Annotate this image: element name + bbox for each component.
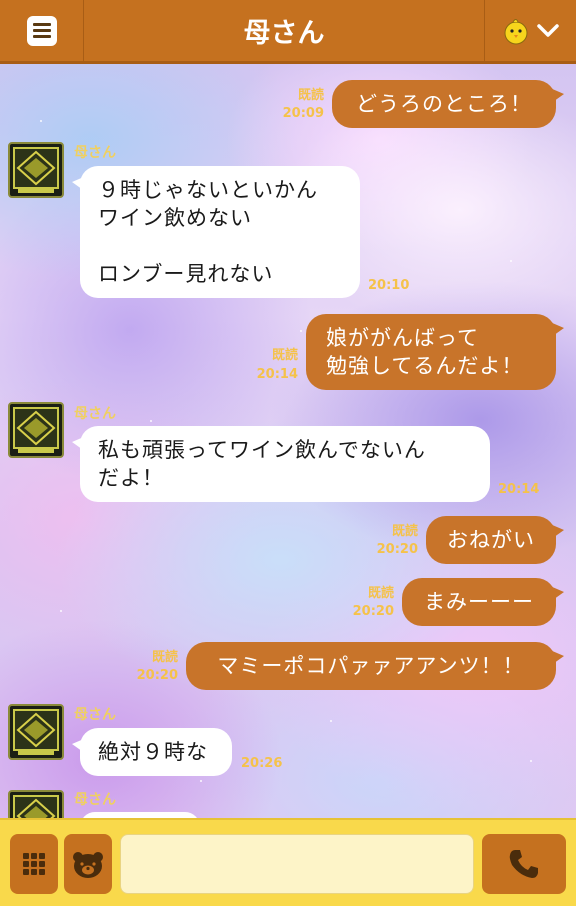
call-button[interactable]: [482, 834, 566, 894]
bear-icon: [73, 852, 103, 878]
message-time: 20:26: [241, 756, 283, 771]
kingdom-emblem-icon: [13, 709, 59, 755]
read-receipt: 既読: [367, 586, 394, 601]
outgoing-message[interactable]: おねがい: [426, 516, 564, 564]
message-time: 20:20: [136, 668, 178, 683]
kingdom-emblem-icon: [13, 147, 59, 193]
message-time: 20:09: [282, 106, 324, 121]
keyboard-grid-icon: [23, 853, 45, 875]
outgoing-message[interactable]: どうろのところ！: [332, 80, 564, 128]
incoming-message[interactable]: 私も頑張ってワイン飲んでないん だよ！: [72, 426, 490, 502]
menu-icon: [26, 15, 57, 46]
outgoing-message[interactable]: まみーーー: [402, 578, 564, 626]
sender-name: 母さん: [74, 792, 116, 808]
contact-avatar[interactable]: [8, 704, 64, 760]
read-receipt: 既読: [271, 348, 298, 363]
sender-name: 母さん: [74, 145, 116, 161]
message-time: 20:10: [368, 278, 410, 293]
chat-title: 母さん: [243, 18, 325, 49]
message-time: 20:20: [352, 604, 394, 619]
input-bar: [0, 818, 576, 906]
outgoing-message[interactable]: 娘ががんばって 勉強してるんだよ！: [306, 314, 564, 390]
contact-avatar[interactable]: [8, 402, 64, 458]
chat-header: 母さん: [0, 0, 576, 64]
incoming-message[interactable]: 絶対９時な: [72, 728, 232, 776]
chat-options-button[interactable]: [484, 0, 576, 61]
read-receipt: 既読: [297, 88, 324, 103]
message-time: 20:14: [498, 482, 540, 497]
menu-button[interactable]: [0, 0, 84, 61]
sender-name: 母さん: [74, 707, 116, 723]
read-receipt: 既読: [151, 650, 178, 665]
kingdom-emblem-icon: [13, 407, 59, 453]
sender-name: 母さん: [74, 406, 116, 422]
phone-icon: [509, 850, 538, 878]
message-time: 20:14: [256, 367, 298, 382]
message-input[interactable]: [120, 834, 474, 894]
menu-grid-button[interactable]: [10, 834, 58, 894]
read-receipt: 既読: [391, 524, 418, 539]
sticker-button[interactable]: [64, 834, 112, 894]
incoming-message[interactable]: ９時じゃないといかん ワイン飲めない ロンブー見れない: [72, 166, 360, 298]
outgoing-message[interactable]: マミーポコパァァアアンツ！！: [186, 642, 564, 690]
contact-avatar[interactable]: [8, 142, 64, 198]
chevron-down-icon: [536, 23, 559, 37]
chick-icon: [504, 18, 527, 44]
message-time: 20:20: [376, 542, 418, 557]
